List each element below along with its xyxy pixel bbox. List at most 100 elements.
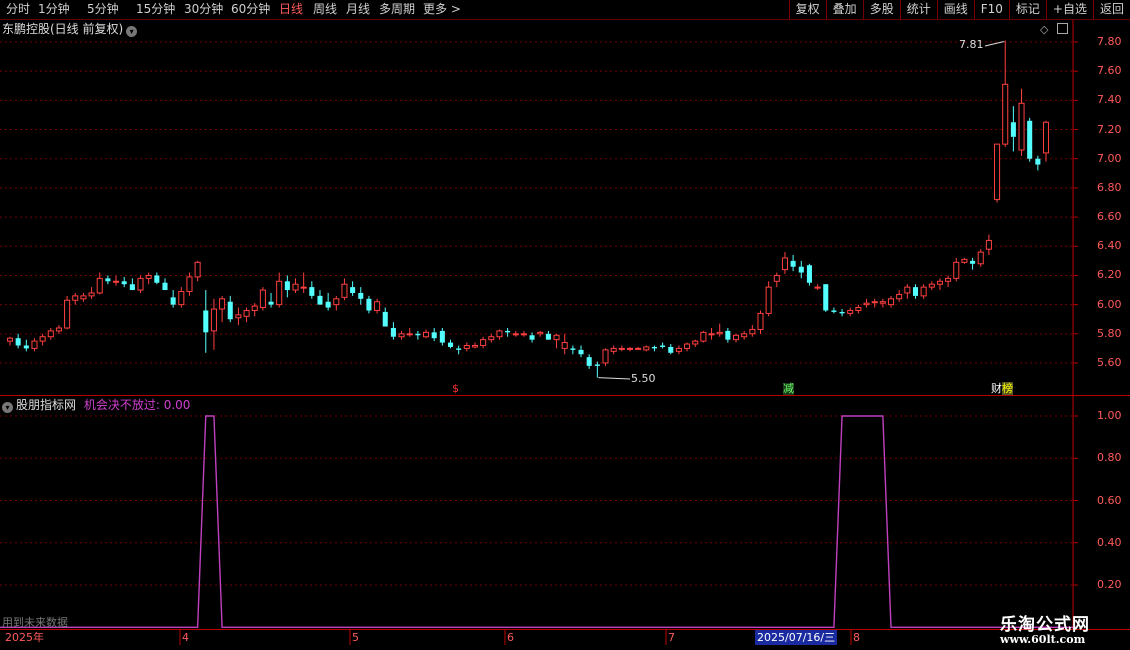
- watermark-title: 乐淘公式网: [1000, 615, 1090, 635]
- candle-body: [831, 310, 837, 312]
- candle-body: [64, 299, 71, 329]
- candle-body: [23, 345, 29, 349]
- candle-body: [374, 301, 381, 311]
- candle-body: [145, 274, 152, 279]
- candle-body: [839, 311, 845, 314]
- candle-body: [749, 328, 756, 335]
- high-pointer: [984, 41, 1005, 47]
- chevron-down-icon[interactable]: ▾: [2, 402, 13, 413]
- candle-body: [781, 257, 788, 271]
- price-tick-label: 6.00: [1097, 297, 1122, 311]
- marker-reduce: 减: [783, 382, 794, 395]
- candle-body: [570, 348, 576, 350]
- candle-body: [994, 143, 1001, 201]
- candle-body: [520, 333, 527, 336]
- candle-body: [651, 346, 657, 349]
- stock-title: 东鹏控股(日线 前复权): [2, 22, 124, 36]
- candle-body: [415, 333, 421, 336]
- indicator-line: [0, 415, 1076, 628]
- low-pointer: [598, 377, 631, 380]
- candle-body: [618, 347, 625, 350]
- candle-body: [350, 287, 356, 293]
- candle-body: [496, 330, 503, 338]
- candle-body: [113, 280, 120, 283]
- candle-body: [512, 333, 519, 336]
- candle-body: [871, 301, 878, 304]
- candle-body: [1010, 122, 1016, 137]
- candle-body: [398, 333, 405, 338]
- price-tick-label: 6.20: [1097, 268, 1122, 282]
- candle-body: [578, 349, 584, 355]
- candle-body: [325, 301, 331, 308]
- price-tick-label: 7.40: [1097, 93, 1122, 107]
- candle-body: [700, 331, 707, 342]
- high-price-label: 7.81: [959, 38, 984, 51]
- candle-body: [88, 292, 95, 297]
- candle-body: [105, 278, 111, 282]
- panel-toggle-icon[interactable]: [1056, 23, 1068, 34]
- x-label-may: 5: [352, 631, 359, 644]
- x-label-august: 8: [853, 631, 860, 644]
- candle-body: [268, 301, 274, 305]
- candle-body: [561, 342, 568, 349]
- candle-body: [773, 274, 780, 282]
- candle-body: [823, 284, 829, 311]
- indicator-tick-label: 1.00: [1097, 409, 1122, 422]
- candle-body: [887, 298, 895, 306]
- candle-body: [210, 308, 217, 332]
- candle-body: [406, 333, 413, 336]
- candle-body: [31, 340, 38, 349]
- candle-body: [985, 239, 992, 250]
- price-tick-label: 6.40: [1097, 239, 1122, 253]
- future-data-note: 用到未来数据: [2, 616, 68, 629]
- candle-body: [660, 345, 666, 347]
- candle-body: [529, 335, 535, 340]
- candle-body: [537, 331, 544, 335]
- indicator-value: 机会决不放过: 0.00: [83, 398, 191, 412]
- candle-body: [1002, 83, 1009, 145]
- candle-body: [610, 347, 617, 352]
- candle-body: [55, 327, 62, 332]
- price-tick-label: 6.60: [1097, 210, 1122, 224]
- candle-body: [790, 260, 796, 267]
- low-price-label: 5.50: [631, 372, 656, 385]
- x-label-year: 2025年: [5, 631, 44, 644]
- x-label-june: 6: [507, 631, 514, 644]
- candle-body: [586, 357, 592, 366]
- candle-body: [896, 293, 903, 300]
- candle-body: [920, 286, 927, 297]
- candle-body: [1042, 121, 1050, 154]
- main-panel-title: 东鹏控股(日线 前复权) ▾: [2, 22, 138, 37]
- candle-body: [716, 331, 723, 335]
- candle-body: [692, 340, 699, 345]
- candle-body: [757, 312, 764, 330]
- kline-chart[interactable]: [0, 0, 1130, 650]
- marker-finance: 财榜: [991, 382, 1013, 395]
- candle-body: [806, 265, 812, 283]
- candle-body: [668, 346, 674, 353]
- candle-body: [970, 260, 976, 264]
- candle-body: [855, 307, 862, 311]
- candle-body: [358, 292, 364, 299]
- candle-body: [847, 309, 854, 314]
- candle-body: [39, 336, 46, 342]
- candle-body: [431, 332, 437, 339]
- candle-body: [741, 333, 748, 338]
- candle-body: [904, 286, 911, 294]
- candle-body: [553, 334, 560, 341]
- candle-body: [423, 331, 430, 338]
- price-tick-label: 7.80: [1097, 35, 1122, 48]
- candle-body: [879, 301, 886, 304]
- candle-body: [178, 291, 185, 306]
- candle-body: [203, 310, 209, 333]
- candle-body: [1027, 120, 1033, 159]
- candle-body: [928, 283, 935, 288]
- diamond-icon[interactable]: ◇: [1040, 23, 1048, 36]
- candle-body: [80, 295, 87, 300]
- candle-body: [47, 330, 54, 338]
- price-tick-label: 7.20: [1097, 122, 1122, 136]
- candle-body: [251, 305, 258, 311]
- chevron-down-icon[interactable]: ▾: [126, 26, 138, 37]
- candle-body: [545, 333, 551, 340]
- candle-body: [194, 261, 201, 278]
